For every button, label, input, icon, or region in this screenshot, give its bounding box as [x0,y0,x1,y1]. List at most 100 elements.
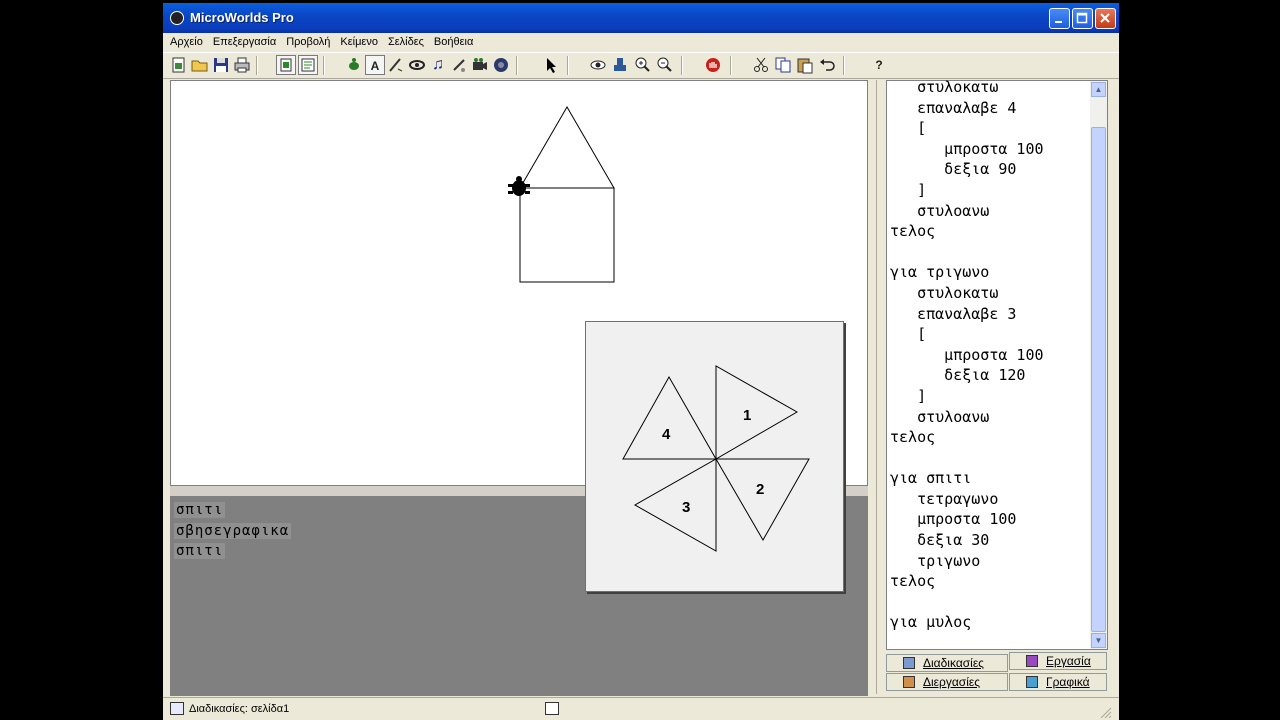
eye-icon[interactable] [588,55,608,75]
open-icon[interactable] [190,55,210,75]
command-line[interactable]: σπιτι [174,543,226,559]
procedure-line[interactable]: μπροστα 100 [890,345,1090,366]
cut-icon[interactable] [751,55,771,75]
command-line[interactable]: σβησεγραφικα [174,523,292,539]
status-text: Διαδικασίες: σελίδα1 [189,703,290,715]
menu-file[interactable]: Αρχείο [165,33,208,48]
menu-help[interactable]: Βοήθεια [429,33,478,48]
tab-graphics[interactable]: Γραφικά [1009,673,1107,691]
procedure-line[interactable]: ] [890,386,1090,407]
turtle-icon[interactable] [344,55,364,75]
app-window: MicroWorlds Pro Αρχείο Επεξεργασία Προβολή… [163,3,1119,720]
procedure-line[interactable]: επαναλαβε 3 [890,304,1090,325]
minimize-button[interactable] [1049,8,1070,29]
procedure-line[interactable]: στυλοκατω [890,77,1090,98]
command-line[interactable]: σπιτι [174,502,226,518]
procedure-line[interactable] [890,592,1090,613]
stop-icon[interactable] [703,55,723,75]
toolbar-separator [730,56,732,75]
music-icon[interactable]: ♫ [428,55,448,75]
procedure-line[interactable]: τετραγωνο [890,489,1090,510]
procedure-line[interactable]: [ [890,324,1090,345]
shape-graphic-panel: 1 2 3 4 [585,321,844,592]
procedure-line[interactable]: τελος [890,221,1090,242]
stamp-icon[interactable] [407,55,427,75]
sound-icon[interactable] [491,55,511,75]
procedures-pane: στυλοκατω επαναλαβε 4 [ μπροστα 100 δεξι… [886,77,1108,650]
turtle[interactable] [508,176,530,196]
processes-tab-icon [903,676,915,688]
menu-text[interactable]: Κείμενο [335,33,383,48]
procedure-line[interactable]: ] [890,180,1090,201]
app-icon[interactable] [170,11,184,25]
page-list-icon[interactable] [545,702,559,715]
video-icon[interactable] [470,55,490,75]
triangle-1 [715,365,799,460]
graphics-tab-icon [1026,676,1038,688]
paste-icon[interactable] [795,55,815,75]
tab-procedures[interactable]: Διαδικασίες [886,654,1008,672]
procedure-line[interactable]: για μυλος [890,612,1090,633]
close-button[interactable] [1095,8,1116,29]
procedure-line[interactable]: μπροστα 100 [890,139,1090,160]
procedure-line[interactable]: στυλοανω [890,407,1090,428]
pointer-icon[interactable] [541,55,561,75]
procedure-line[interactable]: για σπιτι [890,468,1090,489]
copy-icon[interactable] [773,55,793,75]
tab-bar: Διαδικασίες Εργασία Διεργασίες Γραφικά [886,652,1108,694]
tab-processes[interactable]: Διεργασίες [886,673,1008,691]
triangle-label-4: 4 [662,426,671,443]
triangle-label-2: 2 [756,481,764,498]
procedure-line[interactable]: για τριγωνο [890,262,1090,283]
menu-pages[interactable]: Σελίδες [383,33,429,48]
save-icon[interactable] [211,55,231,75]
menu-view[interactable]: Προβολή [281,33,335,48]
triangle-label-3: 3 [682,499,690,516]
procedure-line[interactable]: τριγωνο [890,551,1090,572]
maximize-button[interactable] [1072,8,1093,29]
menu-bar: Αρχείο Επεξεργασία Προβολή Κείμενο Σελίδες Βο… [163,33,1119,52]
resize-grip-icon[interactable] [1099,706,1113,719]
procedure-line[interactable] [890,448,1090,469]
procedures-editor[interactable]: στυλοκατω επαναλαβε 4 [ μπροστα 100 δεξι… [890,77,1090,645]
procedure-line[interactable]: τελος [890,571,1090,592]
procedure-line[interactable]: μπροστα 100 [890,509,1090,530]
print-icon[interactable] [232,55,252,75]
toolbar-separator [323,56,325,75]
procedure-line[interactable]: δεξια 90 [890,159,1090,180]
pane-divider[interactable] [876,80,885,694]
stamp-shape-icon[interactable] [610,55,630,75]
undo-icon[interactable] [817,55,837,75]
procedure-line[interactable]: στυλοκατω [890,283,1090,304]
procedure-line[interactable]: επαναλαβε 4 [890,98,1090,119]
procedure-line[interactable]: στυλοανω [890,201,1090,222]
status-bar: Διαδικασίες: σελίδα1 [163,697,1119,720]
triangle-3 [633,458,717,552]
close-icon [1100,13,1110,23]
draw-icon[interactable] [449,55,469,75]
scroll-thumb[interactable] [1091,127,1106,632]
help-icon[interactable]: ? [869,55,889,75]
title-bar[interactable]: MicroWorlds Pro [163,3,1119,33]
procedure-line[interactable] [890,242,1090,263]
procedures-scrollbar[interactable]: ▲ ▼ [1090,81,1107,649]
procedure-line[interactable]: τελος [890,427,1090,448]
scroll-up-button[interactable]: ▲ [1091,82,1106,97]
scroll-down-button[interactable]: ▼ [1091,633,1106,648]
text-box-icon[interactable]: A [365,55,385,75]
triangle-4 [622,375,717,460]
paint-icon[interactable] [386,55,406,75]
new-page-icon[interactable] [169,55,189,75]
tab-project[interactable]: Εργασία [1009,652,1107,670]
zoom-out-icon[interactable] [654,55,674,75]
procedure-line[interactable]: [ [890,118,1090,139]
menu-edit[interactable]: Επεξεργασία [208,33,281,48]
page-view-icon[interactable] [276,55,296,75]
toolbar-separator [681,56,683,75]
procedure-line[interactable]: δεξια 120 [890,365,1090,386]
maximize-icon [1076,12,1088,24]
pinwheel-drawing [622,365,810,552]
zoom-in-icon[interactable] [632,55,652,75]
procedure-line[interactable]: δεξια 30 [890,530,1090,551]
text-view-icon[interactable] [298,55,318,75]
